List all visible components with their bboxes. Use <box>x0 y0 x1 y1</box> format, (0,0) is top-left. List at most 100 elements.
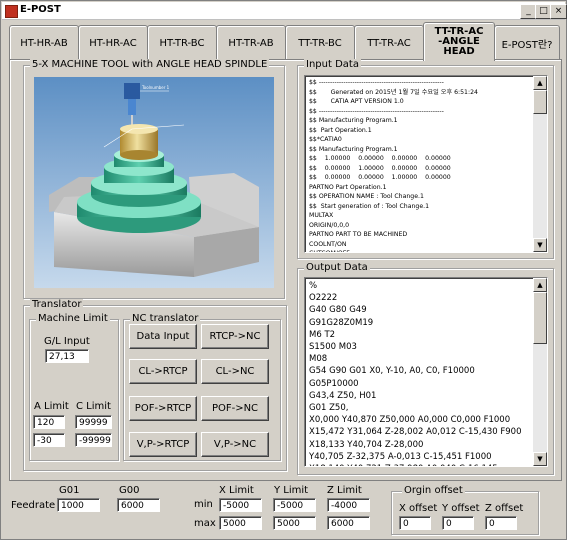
nc-translator-label: NC translator <box>130 313 201 324</box>
output-data-line: O2222 <box>309 293 338 304</box>
rtcp-to-nc-button[interactable]: RTCP->NC <box>201 324 269 349</box>
scroll-up-icon[interactable]: ▲ <box>533 278 547 292</box>
a-max-field[interactable]: 120 <box>33 415 65 429</box>
g00-feedrate-field[interactable]: 6000 <box>117 498 160 512</box>
input-data-line: $$ 0.00000 1.00000 0.00000 0.00000 <box>309 164 451 172</box>
output-data-line: % <box>309 281 318 291</box>
data-input-button[interactable]: Data Input <box>129 324 197 349</box>
input-data-line: $$ -------------------------------------… <box>309 79 444 86</box>
output-scrollbar[interactable]: ▲ ▼ <box>533 278 547 466</box>
gl-input-label: G/L Input <box>44 336 90 347</box>
y-limit-label: Y Limit <box>274 485 309 496</box>
input-data-line: $$ Manufacturing Program.1 <box>309 145 398 153</box>
app-icon <box>5 5 18 18</box>
tab-ht-tr-ab[interactable]: HT-TR-AB <box>216 25 286 60</box>
z-max-field[interactable]: 6000 <box>327 516 370 530</box>
input-scrollbar[interactable]: ▲ ▼ <box>533 76 547 252</box>
input-data-line: $$*CATIA0 <box>309 136 342 143</box>
title-bar[interactable]: E-POST _ □ × <box>2 2 567 20</box>
x-min-field[interactable]: -5000 <box>219 498 262 512</box>
y-offset-label: Y offset <box>442 503 480 514</box>
vp-to-rtcp-button[interactable]: V,P->RTCP <box>129 432 197 457</box>
cl-to-rtcp-button[interactable]: CL->RTCP <box>129 359 197 384</box>
output-data-textarea[interactable]: % O2222 G40 G80 G49 G91G28Z0M19 M6 T2 S1500 M… <box>304 277 548 467</box>
input-data-line: ORIGIN/0,0,0 <box>309 221 350 229</box>
c-limit-label: C Limit <box>76 401 111 412</box>
x-offset-label: X offset <box>399 503 438 514</box>
render-tool-label: Toolnumber 1 <box>141 85 170 90</box>
scroll-thumb[interactable] <box>533 292 547 344</box>
g01-feedrate-field[interactable]: 1000 <box>57 498 100 512</box>
input-data-textarea[interactable]: $$ -------------------------------------… <box>304 75 548 253</box>
machine-render-image: Toolnumber 1 <box>34 77 274 288</box>
input-data-line: PARTNO Part Operation.1 <box>309 183 387 191</box>
tab-tt-tr-ac[interactable]: TT-TR-AC <box>354 25 424 60</box>
input-data-line: CUTCOM/OFF <box>309 249 529 252</box>
y-max-field[interactable]: 5000 <box>273 516 316 530</box>
window-title: E-POST <box>20 4 61 15</box>
input-data-line: $$ Part Operation.1 <box>309 126 372 134</box>
input-data-line: $$ OPERATION NAME : Tool Change.1 <box>309 193 424 200</box>
output-data-line: G05P10000 <box>309 378 359 389</box>
scroll-down-icon[interactable]: ▼ <box>533 238 547 252</box>
min-label: min <box>194 499 213 510</box>
input-data-line: $$ CATIA APT VERSION 1.0 <box>309 98 404 105</box>
scroll-up-icon[interactable]: ▲ <box>533 76 547 90</box>
g00-label: G00 <box>119 485 140 496</box>
scroll-down-icon[interactable]: ▼ <box>533 452 547 466</box>
tab-ht-tr-bc[interactable]: HT-TR-BC <box>147 25 217 60</box>
feedrate-label: Feedrate <box>11 500 56 511</box>
y-offset-field[interactable]: 0 <box>442 516 474 530</box>
tab-tt-tr-ac-angle-head[interactable]: TT-TR-AC -ANGLE HEAD <box>423 22 495 61</box>
output-data-line: X18,133 Y40,704 Z-28,000 <box>309 439 424 450</box>
output-data-line: G43,4 Z50, H01 <box>309 390 377 401</box>
y-min-field[interactable]: -5000 <box>273 498 316 512</box>
input-data-line: $$ Manufacturing Program.1 <box>309 117 398 124</box>
tab-tt-tr-bc[interactable]: TT-TR-BC <box>285 25 355 60</box>
input-data-label: Input Data <box>304 59 361 70</box>
input-data-line: PARTNO PART TO BE MACHINED <box>309 231 408 238</box>
input-data-line: MULTAX <box>309 212 334 219</box>
output-data-line: X15,472 Y31,064 Z-28,002 A0,012 C-15,430… <box>309 427 522 438</box>
pof-to-nc-button[interactable]: POF->NC <box>201 396 269 421</box>
z-offset-field[interactable]: 0 <box>485 516 517 530</box>
output-data-line: X18,140 Y40,721 Z-37,980 A0,040 C-16,145 <box>309 463 529 466</box>
a-min-field[interactable]: -30 <box>33 433 65 447</box>
output-data-label: Output Data <box>304 262 370 273</box>
gl-input-field[interactable]: 27,13 <box>45 349 89 363</box>
c-max-field[interactable]: 99999 <box>75 415 112 429</box>
tab-e-post-info[interactable]: E-POST란? <box>494 25 560 60</box>
output-data-line: S1500 M03 <box>309 342 357 353</box>
x-offset-field[interactable]: 0 <box>399 516 431 530</box>
vp-to-nc-button[interactable]: V,P->NC <box>201 432 269 457</box>
a-limit-label: A Limit <box>34 401 69 412</box>
x-max-field[interactable]: 5000 <box>219 516 262 530</box>
scroll-thumb[interactable] <box>533 90 547 114</box>
output-data-line: G91G28Z0M19 <box>309 317 374 328</box>
g01-label: G01 <box>59 485 80 496</box>
output-data-line: G40 G80 G49 <box>309 305 367 316</box>
tab-ht-hr-ab[interactable]: HT-HR-AB <box>9 25 79 60</box>
z-offset-label: Z offset <box>485 503 524 514</box>
input-data-lines: $$ -------------------------------------… <box>309 78 529 252</box>
machine-limit-label: Machine Limit <box>36 313 110 324</box>
input-data-line: $$ 1.00000 0.00000 0.00000 0.00000 <box>309 155 451 162</box>
input-data-line: $$ 0.00000 0.00000 1.00000 0.00000 <box>309 174 451 181</box>
output-data-line: G54 G90 G01 X0, Y-10, A0, C0, F10000 <box>309 366 475 377</box>
output-data-line: Y40,705 Z-32,375 A-0,013 C-15,451 F1000 <box>309 451 492 462</box>
cl-to-nc-button[interactable]: CL->NC <box>201 359 269 384</box>
c-min-field[interactable]: -99999 <box>75 433 112 447</box>
main-window: E-POST _ □ × HT-HR-AB HT-HR-AC HT-TR-BC … <box>0 0 567 540</box>
output-data-line: X0,000 Y40,870 Z50,000 A0,000 C0,000 F10… <box>309 415 511 426</box>
z-min-field[interactable]: -4000 <box>327 498 370 512</box>
input-data-line: $$ -------------------------------------… <box>309 107 444 115</box>
input-data-line: $$ Generated on 2015년 1월 7일 수요일 오후 6:51:… <box>309 88 478 96</box>
close-button[interactable]: × <box>550 4 567 19</box>
output-data-line: G01 Z50, <box>309 403 349 414</box>
tab-ht-hr-ac[interactable]: HT-HR-AC <box>78 25 148 60</box>
z-limit-label: Z Limit <box>327 485 362 496</box>
max-label: max <box>194 518 216 529</box>
pof-to-rtcp-button[interactable]: POF->RTCP <box>129 396 197 421</box>
machine-group-label: 5-X MACHINE TOOL with ANGLE HEAD SPINDLE <box>30 59 270 70</box>
origin-offset-label: Orgin offset <box>402 485 465 496</box>
